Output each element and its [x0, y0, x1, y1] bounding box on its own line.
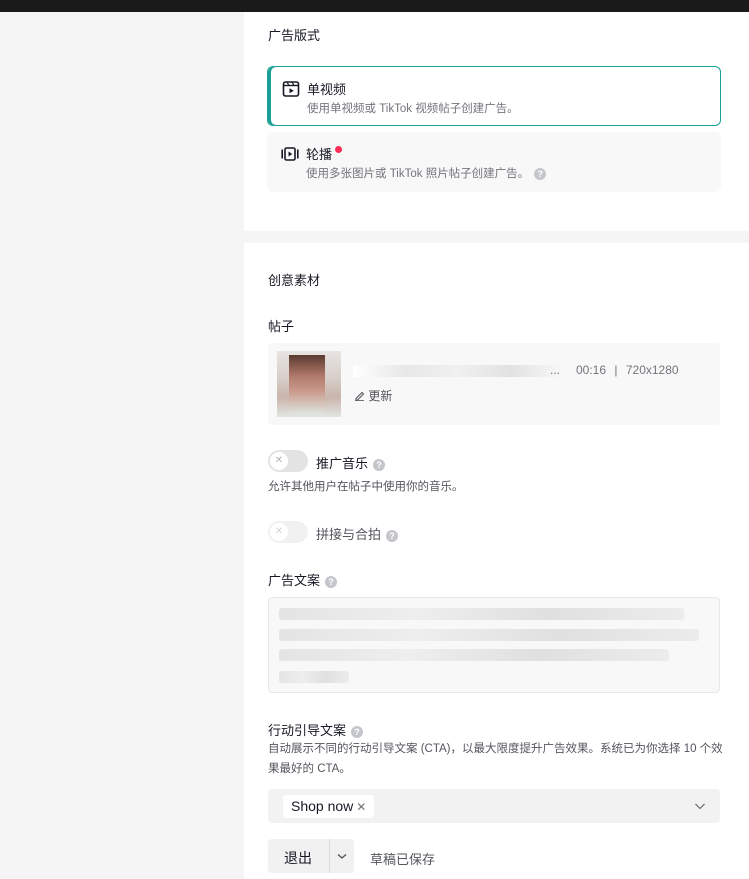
- ad-copy-text-blurred: [279, 629, 699, 641]
- new-badge-dot: [335, 146, 343, 153]
- post-name-ellipsis: ...: [550, 363, 561, 377]
- cta-label-row: 行动引导文案?: [268, 720, 364, 739]
- footer-bar: 退出 草稿已保存: [244, 825, 749, 879]
- promote-music-hint: 允许其他用户在帖子中使用你的音乐。: [268, 481, 464, 493]
- ad-format-panel: 广告版式 单视频 使用单视频或 TikTok 视频帖子创建广告。 轮播 使用多张…: [244, 12, 749, 231]
- toggle-off-icon: ✕: [270, 523, 288, 541]
- remove-chip-icon[interactable]: ✕: [356, 800, 366, 814]
- post-thumbnail: [277, 351, 341, 417]
- post-resolution: 720x1280: [625, 363, 679, 377]
- exit-button[interactable]: 退出: [268, 839, 354, 873]
- post-meta: 00:16 | 720x1280: [576, 363, 679, 377]
- post-card[interactable]: ... 00:16 | 720x1280 更新: [268, 343, 720, 425]
- chevron-down-icon: [695, 803, 705, 810]
- format-option-label: 轮播: [306, 147, 333, 162]
- carousel-icon: [281, 147, 299, 161]
- format-option-carousel[interactable]: 轮播 使用多张图片或 TikTok 照片帖子创建广告。?: [267, 132, 721, 192]
- creative-panel: 创意素材 帖子 ... 00:16 | 720x1280 更新 ✕ 推广音乐? …: [244, 243, 749, 825]
- format-option-label-row: 轮播: [306, 144, 343, 163]
- update-post-link[interactable]: 更新: [354, 387, 392, 404]
- promote-music-label: 推广音乐: [316, 456, 369, 471]
- ad-format-title: 广告版式: [268, 28, 321, 43]
- help-icon[interactable]: ?: [386, 530, 399, 542]
- video-icon: [282, 81, 300, 97]
- cta-chip-label: Shop now: [291, 798, 354, 814]
- help-icon[interactable]: ?: [534, 168, 547, 180]
- post-label: 帖子: [268, 319, 295, 334]
- ad-copy-label: 广告文案: [268, 573, 321, 588]
- post-meta-separator: |: [614, 363, 618, 377]
- ad-copy-label-row: 广告文案?: [268, 570, 338, 589]
- help-icon[interactable]: ?: [373, 459, 386, 471]
- chevron-down-icon[interactable]: [336, 850, 348, 862]
- promote-music-label-row: 推广音乐?: [316, 453, 386, 472]
- cta-select[interactable]: Shop now ✕: [268, 789, 720, 823]
- cta-hint: 自动展示不同的行动引导文案 (CTA)，以最大限度提升广告效果。系统已为你选择 …: [268, 743, 723, 775]
- ad-copy-textarea[interactable]: [268, 597, 720, 693]
- button-divider: [329, 839, 330, 873]
- stitch-duet-toggle[interactable]: ✕: [268, 521, 308, 543]
- promote-music-toggle[interactable]: ✕: [268, 450, 308, 472]
- stitch-duet-label-row: 拼接与合拍?: [316, 524, 399, 543]
- post-name-blurred: [353, 365, 563, 377]
- help-icon[interactable]: ?: [351, 726, 364, 738]
- format-option-description: 使用多张图片或 TikTok 照片帖子创建广告。: [306, 168, 530, 180]
- pencil-icon: [355, 391, 365, 401]
- format-option-description: 使用单视频或 TikTok 视频帖子创建广告。: [307, 103, 519, 115]
- ad-copy-text-blurred: [279, 608, 684, 620]
- update-label: 更新: [368, 389, 393, 403]
- top-bar: [0, 0, 749, 12]
- ad-copy-text-blurred: [279, 649, 669, 661]
- post-duration: 00:16: [576, 363, 607, 377]
- exit-label: 退出: [284, 850, 312, 866]
- cta-chip: Shop now ✕: [283, 795, 375, 818]
- stitch-duet-label: 拼接与合拍: [316, 527, 382, 542]
- cta-label: 行动引导文案: [268, 723, 347, 738]
- draft-saved-status: 草稿已保存: [370, 852, 436, 867]
- help-icon[interactable]: ?: [325, 576, 338, 588]
- format-option-label: 单视频: [307, 82, 347, 97]
- format-option-single-video[interactable]: 单视频 使用单视频或 TikTok 视频帖子创建广告。: [267, 66, 721, 126]
- ad-copy-text-blurred: [279, 671, 349, 683]
- toggle-off-icon: ✕: [270, 452, 288, 470]
- format-option-description-row: 使用多张图片或 TikTok 照片帖子创建广告。?: [306, 165, 547, 181]
- creative-title: 创意素材: [268, 273, 321, 288]
